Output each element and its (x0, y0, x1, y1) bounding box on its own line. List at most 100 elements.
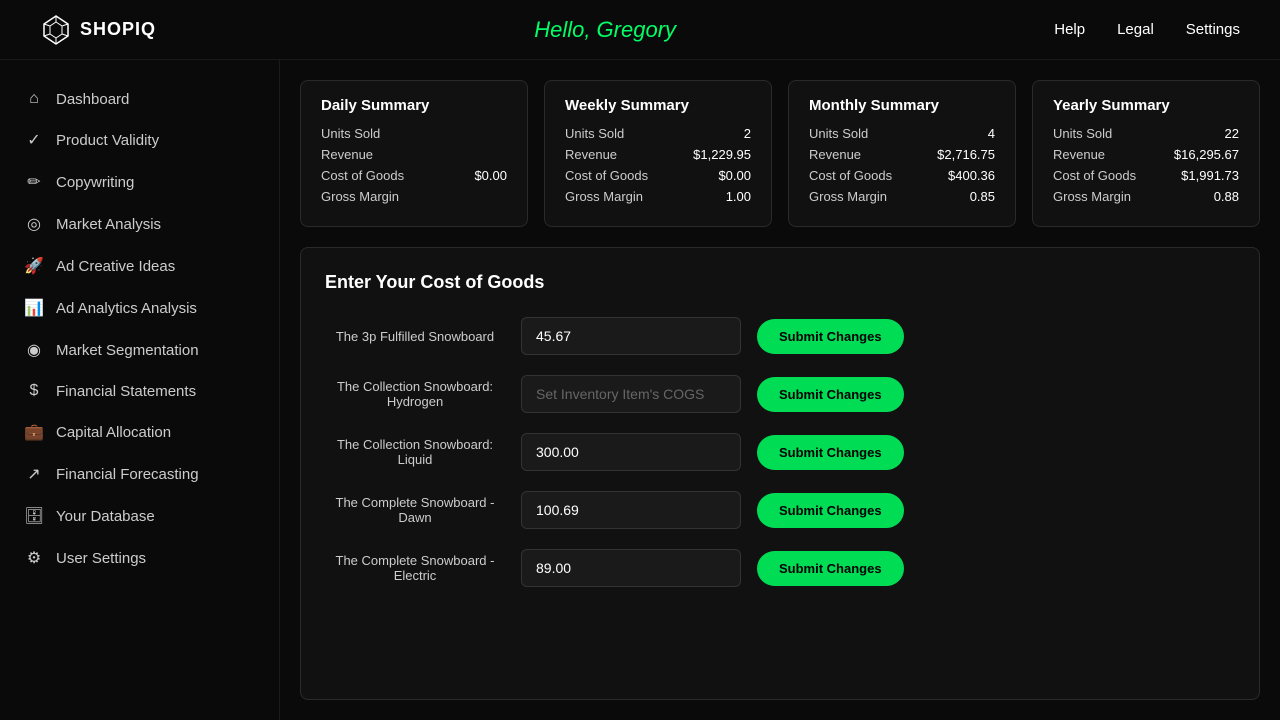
database-icon: 🗄 (24, 506, 44, 526)
briefcase-icon: 💼 (24, 422, 44, 442)
trend-icon: ↗ (24, 464, 44, 484)
sidebar-item-market-segmentation[interactable]: ◉ Market Segmentation (0, 330, 279, 370)
daily-summary-title: Daily Summary (321, 97, 507, 114)
cog-row-3: The Complete Snowboard - Dawn Submit Cha… (325, 491, 1235, 529)
circle-icon: ◎ (24, 214, 44, 234)
sidebar-item-financial-statements[interactable]: $ Financial Statements (0, 372, 279, 410)
monthly-cog-row: Cost of Goods $400.36 (809, 168, 995, 183)
monthly-cog-label: Cost of Goods (809, 168, 892, 183)
submit-btn-3[interactable]: Submit Changes (757, 493, 904, 528)
daily-margin-row: Gross Margin (321, 189, 507, 204)
cog-row-4: The Complete Snowboard - Electric Submit… (325, 549, 1235, 587)
pencil-icon: ✏ (24, 172, 44, 192)
sidebar: ⌂ Dashboard ✓ Product Validity ✏ Copywri… (0, 60, 280, 720)
monthly-revenue-label: Revenue (809, 147, 861, 162)
yearly-revenue-row: Revenue $16,295.67 (1053, 147, 1239, 162)
daily-revenue-row: Revenue (321, 147, 507, 162)
yearly-margin-row: Gross Margin 0.88 (1053, 189, 1239, 204)
cog-input-4[interactable] (521, 549, 741, 587)
monthly-cog-value: $400.36 (948, 168, 995, 183)
nav-settings[interactable]: Settings (1186, 21, 1240, 38)
daily-summary-card: Daily Summary Units Sold Revenue Cost of… (300, 80, 528, 227)
submit-btn-0[interactable]: Submit Changes (757, 319, 904, 354)
yearly-units-value: 22 (1225, 126, 1239, 141)
sidebar-item-market-analysis[interactable]: ◎ Market Analysis (0, 204, 279, 244)
monthly-units-row: Units Sold 4 (809, 126, 995, 141)
yearly-summary-title: Yearly Summary (1053, 97, 1239, 114)
weekly-revenue-row: Revenue $1,229.95 (565, 147, 751, 162)
weekly-units-label: Units Sold (565, 126, 624, 141)
weekly-units-row: Units Sold 2 (565, 126, 751, 141)
sidebar-label-product-validity: Product Validity (56, 132, 159, 149)
yearly-cog-row: Cost of Goods $1,991.73 (1053, 168, 1239, 183)
sidebar-item-ad-creative-ideas[interactable]: 🚀 Ad Creative Ideas (0, 246, 279, 286)
monthly-margin-label: Gross Margin (809, 189, 887, 204)
logo: SHOPIQ (40, 14, 156, 46)
cog-input-3[interactable] (521, 491, 741, 529)
weekly-cog-label: Cost of Goods (565, 168, 648, 183)
weekly-cog-row: Cost of Goods $0.00 (565, 168, 751, 183)
logo-text: SHOPIQ (80, 19, 156, 40)
sidebar-item-capital-allocation[interactable]: 💼 Capital Allocation (0, 412, 279, 452)
sidebar-item-product-validity[interactable]: ✓ Product Validity (0, 120, 279, 160)
sidebar-label-user-settings: User Settings (56, 550, 146, 567)
submit-btn-2[interactable]: Submit Changes (757, 435, 904, 470)
cog-input-0[interactable] (521, 317, 741, 355)
yearly-margin-label: Gross Margin (1053, 189, 1131, 204)
cog-product-1: The Collection Snowboard: Hydrogen (325, 379, 505, 409)
chart-icon: 📊 (24, 298, 44, 318)
sidebar-item-copywriting[interactable]: ✏ Copywriting (0, 162, 279, 202)
sidebar-label-your-database: Your Database (56, 508, 155, 525)
cog-product-3: The Complete Snowboard - Dawn (325, 495, 505, 525)
monthly-revenue-value: $2,716.75 (937, 147, 995, 162)
nav-help[interactable]: Help (1054, 21, 1085, 38)
header: SHOPIQ Hello, Gregory Help Legal Setting… (0, 0, 1280, 60)
daily-units-row: Units Sold (321, 126, 507, 141)
monthly-margin-value: 0.85 (970, 189, 995, 204)
check-icon: ✓ (24, 130, 44, 150)
weekly-revenue-value: $1,229.95 (693, 147, 751, 162)
cog-product-2: The Collection Snowboard: Liquid (325, 437, 505, 467)
cog-product-0: The 3p Fulfilled Snowboard (325, 329, 505, 344)
sidebar-item-your-database[interactable]: 🗄 Your Database (0, 496, 279, 536)
logo-icon (40, 14, 72, 46)
yearly-revenue-label: Revenue (1053, 147, 1105, 162)
header-nav: Help Legal Settings (1054, 21, 1240, 38)
sidebar-label-copywriting: Copywriting (56, 174, 134, 191)
nav-legal[interactable]: Legal (1117, 21, 1154, 38)
sidebar-label-financial-statements: Financial Statements (56, 383, 196, 400)
cog-input-1[interactable] (521, 375, 741, 413)
sidebar-label-ad-analytics: Ad Analytics Analysis (56, 300, 197, 317)
rocket-icon: 🚀 (24, 256, 44, 276)
weekly-margin-value: 1.00 (726, 189, 751, 204)
daily-units-label: Units Sold (321, 126, 380, 141)
sidebar-label-financial-forecasting: Financial Forecasting (56, 466, 199, 483)
cog-section-title: Enter Your Cost of Goods (325, 272, 1235, 293)
summary-cards: Daily Summary Units Sold Revenue Cost of… (300, 80, 1260, 227)
main-layout: ⌂ Dashboard ✓ Product Validity ✏ Copywri… (0, 60, 1280, 720)
monthly-units-value: 4 (988, 126, 995, 141)
sidebar-item-user-settings[interactable]: ⚙ User Settings (0, 538, 279, 578)
monthly-summary-title: Monthly Summary (809, 97, 995, 114)
sidebar-item-financial-forecasting[interactable]: ↗ Financial Forecasting (0, 454, 279, 494)
sidebar-label-capital-allocation: Capital Allocation (56, 424, 171, 441)
cog-product-4: The Complete Snowboard - Electric (325, 553, 505, 583)
content-area: Daily Summary Units Sold Revenue Cost of… (280, 60, 1280, 720)
monthly-units-label: Units Sold (809, 126, 868, 141)
sidebar-item-dashboard[interactable]: ⌂ Dashboard (0, 80, 279, 118)
submit-btn-1[interactable]: Submit Changes (757, 377, 904, 412)
sidebar-item-ad-analytics[interactable]: 📊 Ad Analytics Analysis (0, 288, 279, 328)
submit-btn-4[interactable]: Submit Changes (757, 551, 904, 586)
yearly-cog-label: Cost of Goods (1053, 168, 1136, 183)
daily-cog-row: Cost of Goods $0.00 (321, 168, 507, 183)
yearly-units-label: Units Sold (1053, 126, 1112, 141)
monthly-summary-card: Monthly Summary Units Sold 4 Revenue $2,… (788, 80, 1016, 227)
weekly-margin-row: Gross Margin 1.00 (565, 189, 751, 204)
yearly-cog-value: $1,991.73 (1181, 168, 1239, 183)
sidebar-label-ad-creative: Ad Creative Ideas (56, 258, 175, 275)
monthly-revenue-row: Revenue $2,716.75 (809, 147, 995, 162)
cog-row-0: The 3p Fulfilled Snowboard Submit Change… (325, 317, 1235, 355)
cog-input-2[interactable] (521, 433, 741, 471)
home-icon: ⌂ (24, 90, 44, 108)
cog-row-2: The Collection Snowboard: Liquid Submit … (325, 433, 1235, 471)
